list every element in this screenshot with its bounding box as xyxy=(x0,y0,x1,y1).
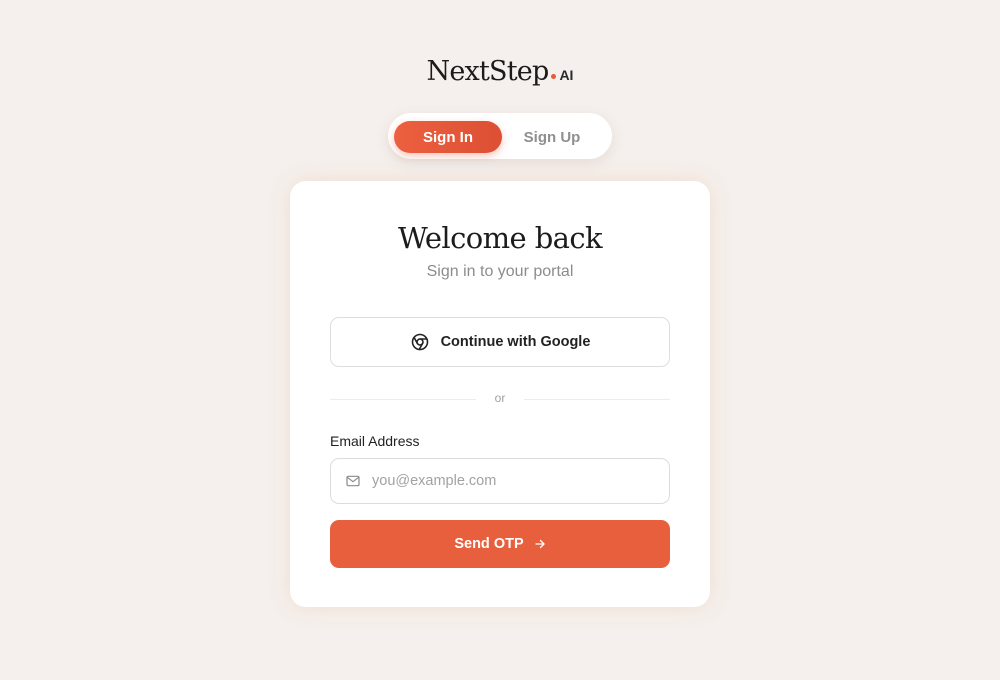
send-otp-label: Send OTP xyxy=(454,536,524,552)
page-title: Welcome back xyxy=(398,221,603,255)
page-subtitle: Sign in to your portal xyxy=(426,263,574,280)
brand-name: NextStep xyxy=(426,56,550,87)
or-divider: or xyxy=(330,389,670,409)
continue-with-google-button[interactable]: Continue with Google xyxy=(330,317,670,367)
brand-dot xyxy=(551,74,557,79)
email-label: Email Address xyxy=(330,433,420,449)
send-otp-button[interactable]: Send OTP xyxy=(330,520,670,568)
mail-icon xyxy=(345,473,361,489)
sign-in-card: Welcome back Sign in to your portal Cont… xyxy=(290,181,710,607)
divider-line-right xyxy=(524,399,670,400)
email-field[interactable] xyxy=(330,458,670,504)
tab-sign-in[interactable]: Sign In xyxy=(394,121,502,153)
brand-logo: NextStep AI xyxy=(0,56,1000,96)
email-input[interactable] xyxy=(372,473,642,489)
google-button-label: Continue with Google xyxy=(440,334,591,350)
brand-suffix: AI xyxy=(559,67,574,83)
google-chrome-icon xyxy=(410,332,430,352)
arrow-right-icon xyxy=(534,538,546,550)
auth-mode-toggle: Sign In Sign Up xyxy=(388,113,612,159)
tab-sign-up[interactable]: Sign Up xyxy=(498,121,606,153)
divider-text: or xyxy=(494,391,506,405)
